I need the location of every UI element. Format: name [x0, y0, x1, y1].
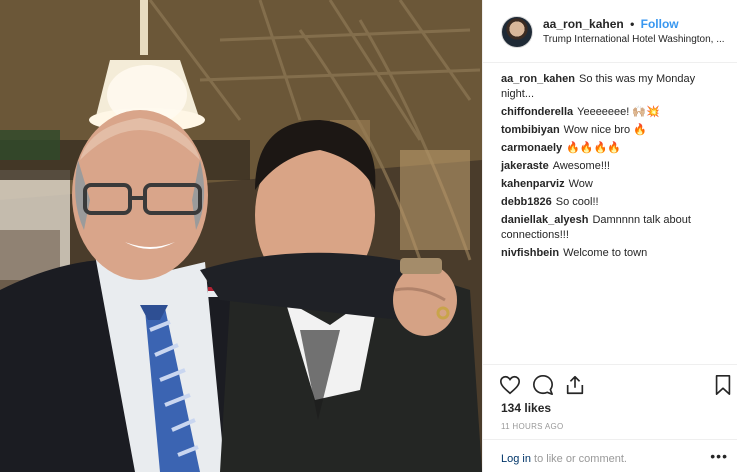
more-options-icon[interactable]: •••: [710, 448, 728, 464]
comment-username[interactable]: chiffonderella: [501, 106, 573, 118]
comment-item: chiffonderella Yeeeeeee! 🙌🏼💥: [501, 105, 729, 120]
follow-button[interactable]: Follow: [641, 17, 679, 31]
post-photo[interactable]: [0, 0, 482, 472]
comment-item: debb1826 So cool!!: [501, 195, 729, 210]
action-bar: [483, 364, 737, 404]
comment-item: jakeraste Awesome!!!: [501, 159, 729, 174]
comment-username[interactable]: daniellak_alyesh: [501, 214, 588, 226]
comment-item: carmonaely 🔥🔥🔥🔥: [501, 141, 729, 156]
comment-item: tombibiyan Wow nice bro 🔥: [501, 123, 729, 138]
comment-item: daniellak_alyesh Damnnnn talk about conne…: [501, 213, 729, 243]
post-timestamp[interactable]: 11 HOURS AGO: [501, 422, 564, 431]
avatar[interactable]: [501, 16, 533, 48]
comment-login-bar: Log in to like or comment. •••: [483, 439, 737, 472]
post-header: aa_ron_kahen • Follow Trump Internationa…: [483, 0, 737, 63]
comment-text: Awesome!!!: [552, 160, 610, 172]
comment-item: kahenparviz Wow: [501, 177, 729, 192]
username-row: aa_ron_kahen • Follow: [543, 17, 679, 31]
comment-text: Wow: [568, 178, 593, 190]
photo-illustration: [0, 0, 482, 472]
bookmark-icon[interactable]: [712, 374, 734, 396]
comment-username[interactable]: jakeraste: [501, 160, 549, 172]
comment-text: 🔥🔥🔥🔥: [566, 142, 621, 154]
comment-text: So cool!!: [555, 196, 599, 208]
likes-count[interactable]: 134 likes: [501, 401, 551, 415]
login-prompt: Log in to like or comment.: [501, 453, 627, 465]
location-link[interactable]: Trump International Hotel Washington, ..…: [543, 34, 733, 45]
share-icon[interactable]: [564, 374, 586, 396]
comment-text: Yeeeeeee! 🙌🏼💥: [577, 106, 660, 118]
comment-item: aa_ron_kahen So this was my Monday night.…: [501, 72, 729, 102]
comment-username[interactable]: debb1826: [501, 196, 552, 208]
comment-username[interactable]: tombibiyan: [501, 124, 560, 136]
comment-item: nivfishbein Welcome to town: [501, 246, 729, 261]
login-link[interactable]: Log in: [501, 453, 531, 465]
comment-username[interactable]: nivfishbein: [501, 247, 559, 259]
comment-text: Welcome to town: [563, 247, 648, 259]
comment-username[interactable]: aa_ron_kahen: [501, 73, 575, 85]
login-prompt-text: to like or comment.: [530, 453, 627, 465]
comment-username[interactable]: carmonaely: [501, 142, 562, 154]
heart-icon[interactable]: [499, 374, 521, 396]
username-link[interactable]: aa_ron_kahen: [543, 17, 624, 31]
post-side-panel: aa_ron_kahen • Follow Trump Internationa…: [482, 0, 737, 472]
comment-icon[interactable]: [532, 374, 554, 396]
separator-dot: •: [630, 17, 635, 31]
comments-list: aa_ron_kahen So this was my Monday night.…: [501, 72, 729, 264]
comment-text: Wow nice bro 🔥: [563, 124, 647, 136]
comment-username[interactable]: kahenparviz: [501, 178, 565, 190]
